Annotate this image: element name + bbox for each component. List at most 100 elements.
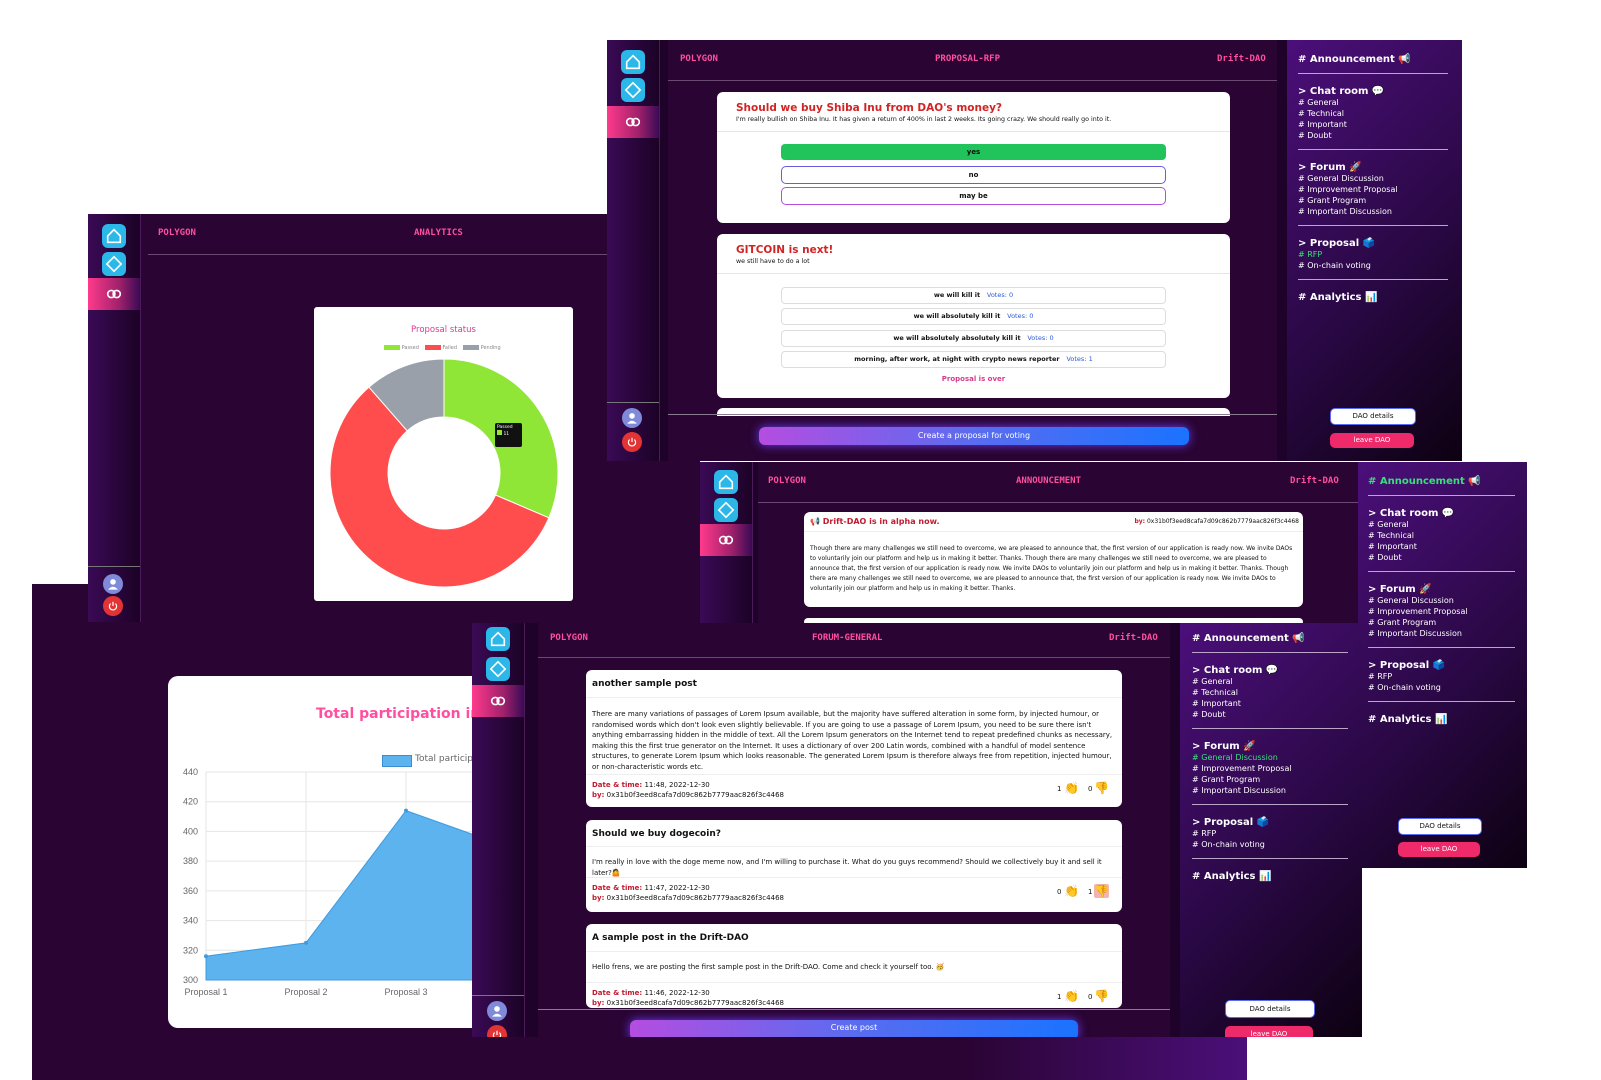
vote-option[interactable]: we will kill it Votes: 0: [781, 287, 1166, 304]
legend-item[interactable]: Failed: [424, 345, 457, 351]
leave-dao-button[interactable]: leave DAO: [1225, 1026, 1313, 1037]
proposal-title: GITCOIN is next!: [736, 244, 834, 256]
page-title: FORUM-GENERAL: [812, 633, 883, 643]
dao-details-button[interactable]: DAO details: [1330, 408, 1416, 425]
vote-option[interactable]: morning, after work, at night with crypt…: [781, 351, 1166, 368]
option-yes-button[interactable]: yes: [781, 144, 1166, 160]
menu-item[interactable]: # Important: [1368, 541, 1515, 552]
menu-item[interactable]: # Technical: [1368, 530, 1515, 541]
polygon-icon[interactable]: [88, 278, 140, 310]
menu-item[interactable]: # General: [1368, 519, 1515, 530]
menu-item[interactable]: # General Discussion: [1368, 595, 1515, 606]
thumbs-down-icon[interactable]: 👎: [1094, 989, 1109, 1003]
clap-icon[interactable]: 👏: [1064, 884, 1079, 898]
menu-item[interactable]: # Grant Program: [1298, 195, 1448, 206]
menu-item-rfp[interactable]: # RFP: [1298, 249, 1448, 260]
menu-item[interactable]: # Technical: [1298, 108, 1448, 119]
menu-item[interactable]: # Important: [1298, 119, 1448, 130]
dao-icon[interactable]: [714, 498, 738, 522]
menu-item[interactable]: # General Discussion: [1298, 173, 1448, 184]
menu-chat-room[interactable]: > Chat room 💬: [1298, 86, 1448, 97]
menu-forum[interactable]: > Forum 🚀: [1298, 162, 1448, 173]
menu-announcement[interactable]: # Announcement 📢: [1368, 476, 1515, 487]
avatar[interactable]: [622, 408, 642, 428]
menu-proposal[interactable]: > Proposal 🗳️: [1298, 238, 1448, 249]
menu-item[interactable]: # Improvement Proposal: [1368, 606, 1515, 617]
menu-proposal[interactable]: > Proposal 🗳️: [1192, 817, 1348, 828]
dao-icon[interactable]: [621, 78, 645, 102]
menu-item[interactable]: # RFP: [1192, 828, 1348, 839]
data-point: [404, 808, 408, 813]
menu-announcement[interactable]: # Announcement 📢: [1298, 54, 1448, 65]
clap-icon[interactable]: 👏: [1064, 781, 1079, 795]
network-label: POLYGON: [550, 633, 588, 643]
menu-announcement[interactable]: # Announcement 📢: [1192, 633, 1348, 644]
menu-forum[interactable]: > Forum 🚀: [1368, 584, 1515, 595]
home-icon[interactable]: [102, 224, 126, 248]
menu-chat-room[interactable]: > Chat room 💬: [1192, 665, 1348, 676]
menu-item[interactable]: # Improvement Proposal: [1298, 184, 1448, 195]
menu-item[interactable]: # Doubt: [1368, 552, 1515, 563]
menu-item-general-discussion[interactable]: # General Discussion: [1192, 752, 1348, 763]
menu-item[interactable]: # General: [1298, 97, 1448, 108]
network-label: POLYGON: [158, 228, 196, 238]
menu-item[interactable]: # Important Discussion: [1192, 785, 1348, 796]
clap-icon[interactable]: 👏: [1064, 989, 1079, 1003]
menu-analytics[interactable]: # Analytics 📊: [1298, 292, 1448, 303]
option-maybe-button[interactable]: may be: [781, 187, 1166, 205]
home-icon[interactable]: [486, 627, 510, 651]
create-post-button[interactable]: Create post: [630, 1020, 1078, 1037]
power-icon[interactable]: [487, 1025, 507, 1037]
menu-chat-room[interactable]: > Chat room 💬: [1368, 508, 1515, 519]
polygon-icon[interactable]: [472, 685, 524, 717]
menu-item[interactable]: # Important: [1192, 698, 1348, 709]
post-title: Should we buy dogecoin?: [592, 829, 721, 839]
menu-item[interactable]: # On-chain voting: [1192, 839, 1348, 850]
menu-proposal[interactable]: > Proposal 🗳️: [1368, 660, 1515, 671]
menu-item[interactable]: # On-chain voting: [1368, 682, 1515, 693]
menu-item[interactable]: # Doubt: [1192, 709, 1348, 720]
menu-item[interactable]: # Improvement Proposal: [1192, 763, 1348, 774]
dao-details-button[interactable]: DAO details: [1398, 818, 1482, 835]
dao-icon[interactable]: [102, 252, 126, 276]
menu-forum[interactable]: > Forum 🚀: [1192, 741, 1348, 752]
menu-item[interactable]: # Technical: [1192, 687, 1348, 698]
avatar[interactable]: [103, 574, 123, 594]
legend-item[interactable]: Passed: [384, 345, 419, 351]
menu-item[interactable]: # RFP: [1368, 671, 1515, 682]
leave-dao-button[interactable]: leave DAO: [1398, 842, 1480, 857]
sidebar-divider: [607, 402, 659, 403]
menu-item[interactable]: # On-chain voting: [1298, 260, 1448, 271]
pie-tooltip: Passed 11: [495, 423, 522, 447]
dao-icon[interactable]: [486, 657, 510, 681]
leave-dao-button[interactable]: leave DAO: [1330, 433, 1414, 448]
home-icon[interactable]: [621, 50, 645, 74]
create-proposal-button[interactable]: Create a proposal for voting: [759, 427, 1189, 445]
polygon-icon[interactable]: [700, 524, 752, 556]
polygon-icon[interactable]: [607, 106, 659, 138]
post-divider: [586, 982, 1122, 983]
vote-option[interactable]: we will absolutely kill it Votes: 0: [781, 308, 1166, 325]
dao-details-button[interactable]: DAO details: [1225, 1000, 1315, 1018]
dao-name: Drift-DAO: [1290, 476, 1339, 486]
menu-item[interactable]: # Doubt: [1298, 130, 1448, 141]
power-icon[interactable]: [103, 596, 123, 616]
post-meta: Date & time: 11:46, 2022-12-30 by: 0x31b…: [592, 989, 784, 1007]
vote-option[interactable]: we will absolutely absolutely kill it Vo…: [781, 330, 1166, 347]
menu-analytics[interactable]: # Analytics 📊: [1368, 714, 1515, 725]
menu-item[interactable]: # Important Discussion: [1368, 628, 1515, 639]
y-tick-label: 400: [183, 826, 198, 836]
option-no-button[interactable]: no: [781, 166, 1166, 184]
menu-item[interactable]: # General: [1192, 676, 1348, 687]
avatar[interactable]: [487, 1001, 507, 1021]
legend-item[interactable]: Pending: [463, 345, 501, 351]
menu-item[interactable]: # Grant Program: [1192, 774, 1348, 785]
menu-analytics[interactable]: # Analytics 📊: [1192, 871, 1348, 882]
power-icon[interactable]: [622, 432, 642, 452]
home-icon[interactable]: [714, 470, 738, 494]
thumbs-down-icon[interactable]: 👎: [1094, 781, 1109, 795]
menu-item[interactable]: # Important Discussion: [1298, 206, 1448, 217]
menu-item[interactable]: # Grant Program: [1368, 617, 1515, 628]
thumbs-down-icon[interactable]: 👎: [1094, 884, 1109, 898]
forum-post: A sample post in the Drift-DAO Hello fre…: [586, 924, 1122, 1008]
